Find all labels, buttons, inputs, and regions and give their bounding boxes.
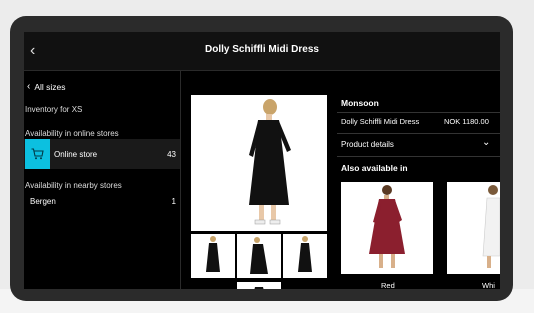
variant-label-white: Whi bbox=[482, 281, 495, 289]
online-store-count: 43 bbox=[167, 150, 176, 159]
online-store-row[interactable]: Online store 43 bbox=[24, 139, 180, 169]
store-row-bergen[interactable]: Bergen 1 bbox=[24, 195, 180, 209]
product-thumbnail[interactable] bbox=[237, 234, 281, 278]
product-main-image[interactable] bbox=[191, 95, 327, 231]
product-thumbnail[interactable] bbox=[237, 282, 281, 289]
top-bar: ‹ Dolly Schiffli Midi Dress bbox=[24, 32, 500, 71]
product-details-toggle[interactable]: Product details bbox=[341, 140, 394, 149]
store-name: Bergen bbox=[30, 197, 56, 206]
all-sizes-link[interactable]: ‹ All sizes bbox=[27, 81, 66, 92]
online-availability-heading: Availability in online stores bbox=[25, 129, 119, 138]
divider bbox=[337, 156, 500, 157]
page-title: Dolly Schiffli Midi Dress bbox=[205, 44, 319, 55]
also-available-heading: Also available in bbox=[341, 163, 408, 173]
inventory-heading: Inventory for XS bbox=[25, 105, 83, 114]
cart-icon bbox=[25, 139, 50, 169]
divider bbox=[337, 112, 500, 113]
product-price: NOK 1180.00 bbox=[444, 117, 489, 126]
app-screen: ‹ Dolly Schiffli Midi Dress ‹ All sizes … bbox=[24, 32, 500, 289]
online-store-label: Online store bbox=[54, 150, 98, 159]
chevron-left-icon: ‹ bbox=[27, 81, 31, 92]
variant-card-white[interactable] bbox=[447, 182, 500, 274]
product-name: Dolly Schiffli Midi Dress bbox=[341, 117, 420, 126]
chevron-down-icon[interactable]: ⌄ bbox=[482, 137, 490, 148]
variant-label-red: Red bbox=[381, 281, 395, 289]
store-count: 1 bbox=[171, 197, 176, 206]
inventory-sidebar: ‹ All sizes Inventory for XS Availabilit… bbox=[24, 71, 181, 289]
product-brand: Monsoon bbox=[341, 98, 379, 108]
nearby-availability-heading: Availability in nearby stores bbox=[25, 181, 122, 190]
product-thumbnail[interactable] bbox=[283, 234, 327, 278]
divider bbox=[337, 133, 500, 134]
product-thumbnail[interactable] bbox=[191, 234, 235, 278]
variant-card-red[interactable] bbox=[341, 182, 433, 274]
all-sizes-label: All sizes bbox=[34, 81, 66, 92]
